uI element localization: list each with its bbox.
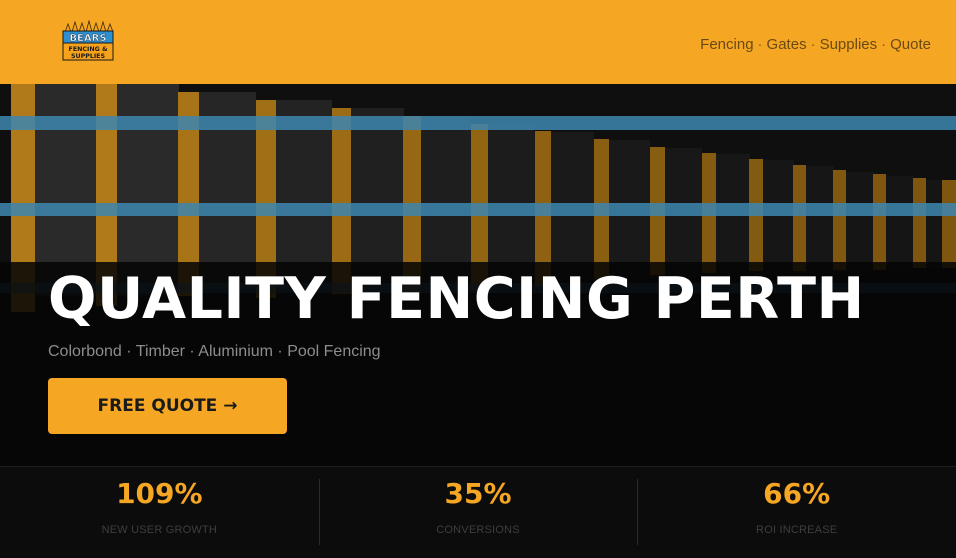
- stat-value: 66%: [763, 477, 831, 510]
- nav-separator: ·: [757, 36, 763, 53]
- stat-label: ROI INCREASE: [756, 524, 838, 536]
- stat-label: CONVERSIONS: [436, 524, 520, 536]
- stat-value: 35%: [444, 477, 512, 510]
- hero-title: QUALITY FENCING PERTH: [48, 266, 865, 332]
- nav-item-quote[interactable]: Quote: [890, 36, 931, 53]
- stat-label: NEW USER GROWTH: [101, 524, 218, 536]
- main-nav: Fencing · Gates · Supplies · Quote: [700, 36, 931, 53]
- svg-text:FENCING &: FENCING &: [69, 46, 108, 53]
- free-quote-button[interactable]: FREE QUOTE →: [48, 378, 287, 434]
- nav-item-fencing[interactable]: Fencing: [700, 36, 753, 53]
- svg-text:BEARS: BEARS: [69, 33, 106, 44]
- nav-item-supplies[interactable]: Supplies: [820, 36, 878, 53]
- stats-bar: 109% NEW USER GROWTH 35% CONVERSIONS 66%…: [0, 466, 956, 558]
- nav-separator: ·: [810, 36, 816, 53]
- stat-item: 66% ROI INCREASE: [637, 467, 956, 558]
- bears-fencing-logo[interactable]: BEARS FENCING & SUPPLIES: [62, 20, 114, 62]
- svg-text:SUPPLIES: SUPPLIES: [71, 53, 106, 60]
- nav-item-gates[interactable]: Gates: [767, 36, 807, 53]
- nav-separator: ·: [881, 36, 887, 53]
- site-header: BEARS FENCING & SUPPLIES Fencing · Gates…: [0, 0, 956, 84]
- stat-value: 109%: [116, 477, 203, 510]
- stat-item: 35% CONVERSIONS: [318, 467, 638, 558]
- hero-section: QUALITY FENCING PERTH Colorbond · Timber…: [0, 84, 956, 466]
- hero-subtitle: Colorbond · Timber · Aluminium · Pool Fe…: [48, 343, 381, 360]
- stat-item: 109% NEW USER GROWTH: [0, 467, 319, 558]
